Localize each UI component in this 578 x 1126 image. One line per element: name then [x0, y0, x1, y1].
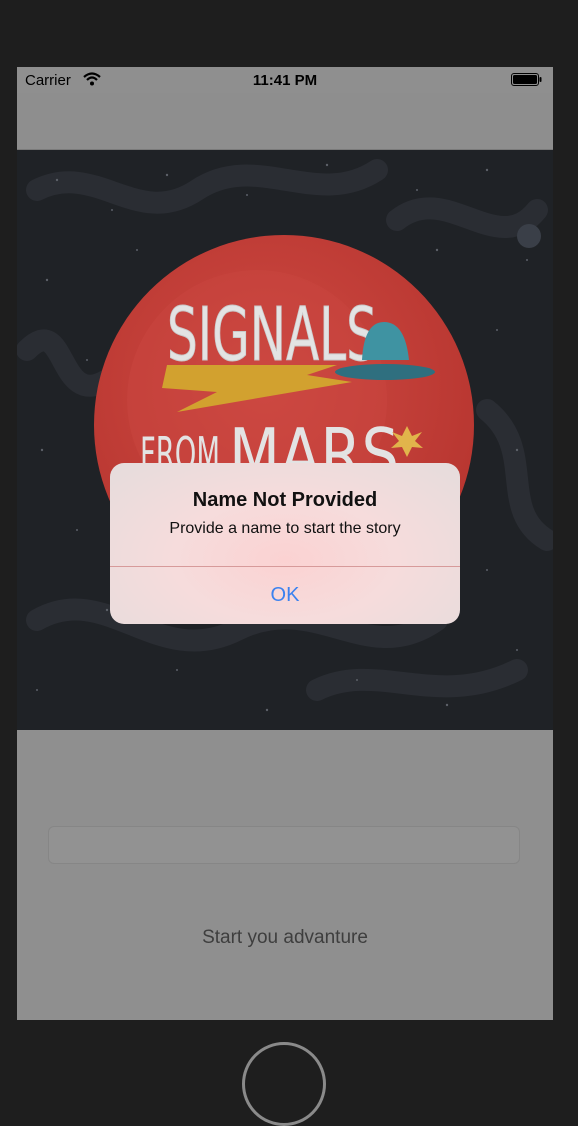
status-bar: Carrier 11:41 PM [17, 67, 553, 93]
art-title-word-1: SIGNALS [167, 292, 377, 378]
home-button[interactable] [242, 1042, 326, 1126]
battery-icon [511, 73, 542, 86]
alert-title: Name Not Provided [192, 489, 378, 511]
start-adventure-button[interactable]: Start you advanture [17, 926, 553, 950]
status-time: 11:41 PM [252, 72, 318, 89]
alert-dialog: Name Not Provided Provide a name to star… [110, 463, 460, 624]
moon-icon [517, 224, 541, 248]
name-input[interactable] [48, 826, 520, 864]
form-area: Start you advanture [17, 730, 553, 1020]
hero-artwork: SIGNALS FROM MARS [17, 150, 553, 730]
alert-ok-button[interactable]: OK [110, 567, 460, 624]
device-screen: Carrier 11:41 PM SIGNALS FROM MARS Start… [17, 67, 553, 1020]
navigation-bar [17, 93, 553, 150]
alert-message: Provide a name to start the story [169, 520, 401, 537]
